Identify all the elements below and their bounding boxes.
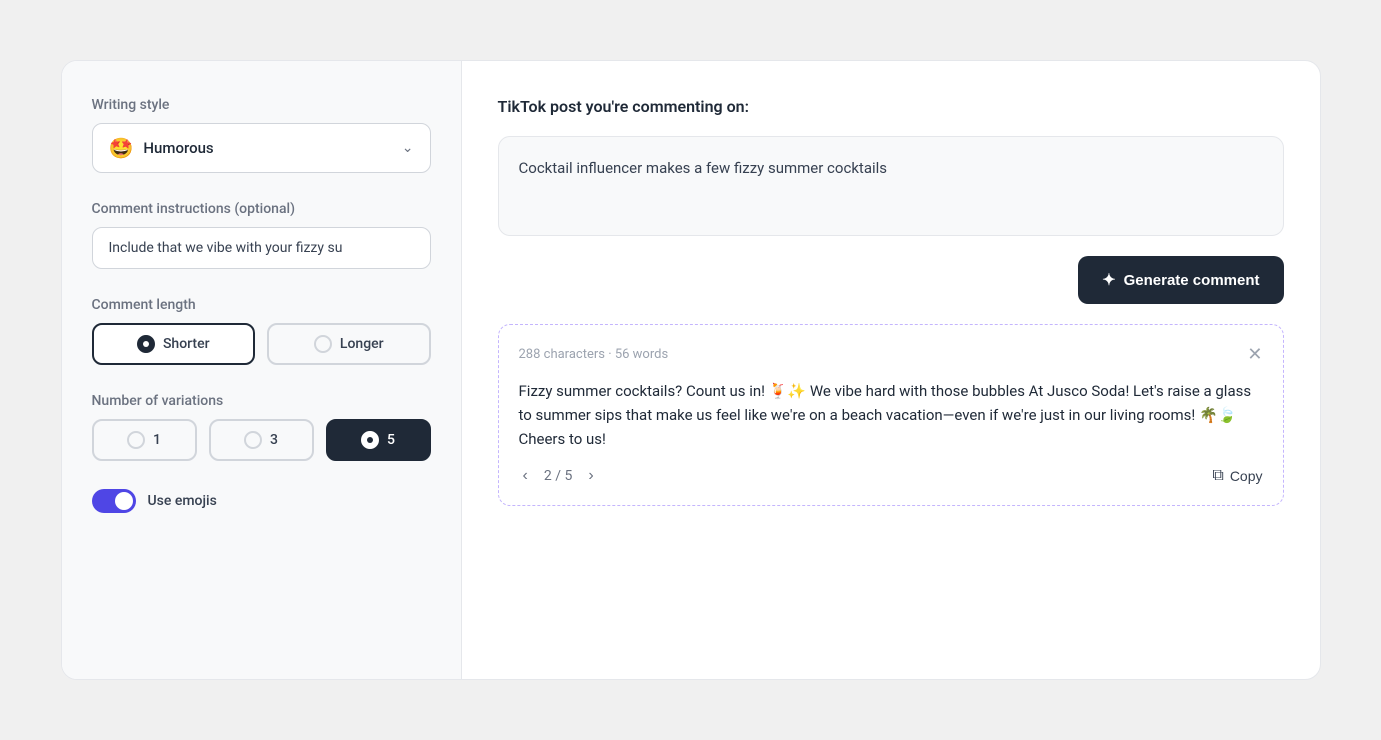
comment-instructions-section: Comment instructions (optional) — [92, 201, 431, 269]
shorter-label: Shorter — [163, 336, 210, 352]
variation-radio-1 — [127, 431, 145, 449]
variation-label-5: 5 — [387, 432, 395, 448]
variation-option-5[interactable]: 5 — [326, 419, 431, 461]
variations-section: Number of variations 1 3 5 — [92, 393, 431, 461]
variations-group: 1 3 5 — [92, 419, 431, 461]
tiktok-post-text: Cocktail influencer makes a few fizzy su… — [519, 159, 888, 177]
copy-icon: ⧉ — [1212, 467, 1223, 485]
main-container: Writing style 🤩 Humorous ⌄ Comment instr… — [61, 60, 1321, 680]
current-page-number: 2 — [544, 468, 552, 484]
shorter-radio-circle — [137, 335, 155, 353]
comment-length-section: Comment length Shorter Longer — [92, 297, 431, 365]
variation-label-3: 3 — [270, 432, 278, 448]
use-emojis-toggle[interactable] — [92, 489, 136, 513]
length-option-shorter[interactable]: Shorter — [92, 323, 256, 365]
page-current: 2 / 5 — [544, 468, 572, 484]
writing-style-value: Humorous — [143, 139, 213, 157]
comment-instructions-input[interactable] — [92, 227, 431, 269]
use-emojis-row: Use emojis — [92, 489, 431, 513]
result-card: 288 characters · 56 words ✕ Fizzy summer… — [498, 324, 1284, 506]
length-option-longer[interactable]: Longer — [267, 323, 431, 365]
writing-style-label: Writing style — [92, 97, 431, 113]
copy-label: Copy — [1230, 468, 1263, 484]
prev-page-button[interactable]: ‹ — [519, 467, 532, 485]
writing-style-section: Writing style 🤩 Humorous ⌄ — [92, 97, 431, 173]
next-page-button[interactable]: › — [584, 467, 597, 485]
total-pages-number: 5 — [564, 468, 572, 484]
pagination: ‹ 2 / 5 › — [519, 467, 598, 485]
comment-length-label: Comment length — [92, 297, 431, 313]
result-header: 288 characters · 56 words ✕ — [519, 345, 1263, 363]
variation-option-3[interactable]: 3 — [209, 419, 314, 461]
use-emojis-label: Use emojis — [148, 493, 217, 509]
writing-style-dropdown[interactable]: 🤩 Humorous ⌄ — [92, 123, 431, 173]
copy-button[interactable]: ⧉ Copy — [1212, 467, 1262, 485]
generate-comment-button[interactable]: ✦ Generate comment — [1078, 256, 1283, 304]
longer-radio-circle — [314, 335, 332, 353]
length-radio-group: Shorter Longer — [92, 323, 431, 365]
dropdown-left: 🤩 Humorous — [109, 136, 214, 160]
generate-button-label: Generate comment — [1124, 272, 1260, 289]
left-panel: Writing style 🤩 Humorous ⌄ Comment instr… — [62, 61, 462, 679]
variation-label-1: 1 — [153, 432, 161, 448]
chevron-down-icon: ⌄ — [402, 140, 414, 156]
sparkle-icon: ✦ — [1102, 270, 1115, 290]
comment-instructions-label: Comment instructions (optional) — [92, 201, 431, 217]
longer-label: Longer — [340, 336, 384, 352]
close-result-button[interactable]: ✕ — [1247, 345, 1262, 363]
result-meta: 288 characters · 56 words — [519, 347, 669, 362]
tiktok-post-input[interactable]: Cocktail influencer makes a few fizzy su… — [498, 136, 1284, 236]
instructions-label-text: Comment instructions (optional) — [92, 201, 295, 217]
result-footer: ‹ 2 / 5 › ⧉ Copy — [519, 467, 1263, 485]
variation-radio-5 — [361, 431, 379, 449]
variation-option-1[interactable]: 1 — [92, 419, 197, 461]
writing-style-emoji: 🤩 — [109, 136, 134, 160]
result-text: Fizzy summer cocktails? Count us in! 🍹✨ … — [519, 379, 1263, 451]
variations-label: Number of variations — [92, 393, 431, 409]
variation-radio-3 — [244, 431, 262, 449]
tiktok-section-label: TikTok post you're commenting on: — [498, 97, 1284, 116]
right-panel: TikTok post you're commenting on: Cockta… — [462, 61, 1320, 679]
